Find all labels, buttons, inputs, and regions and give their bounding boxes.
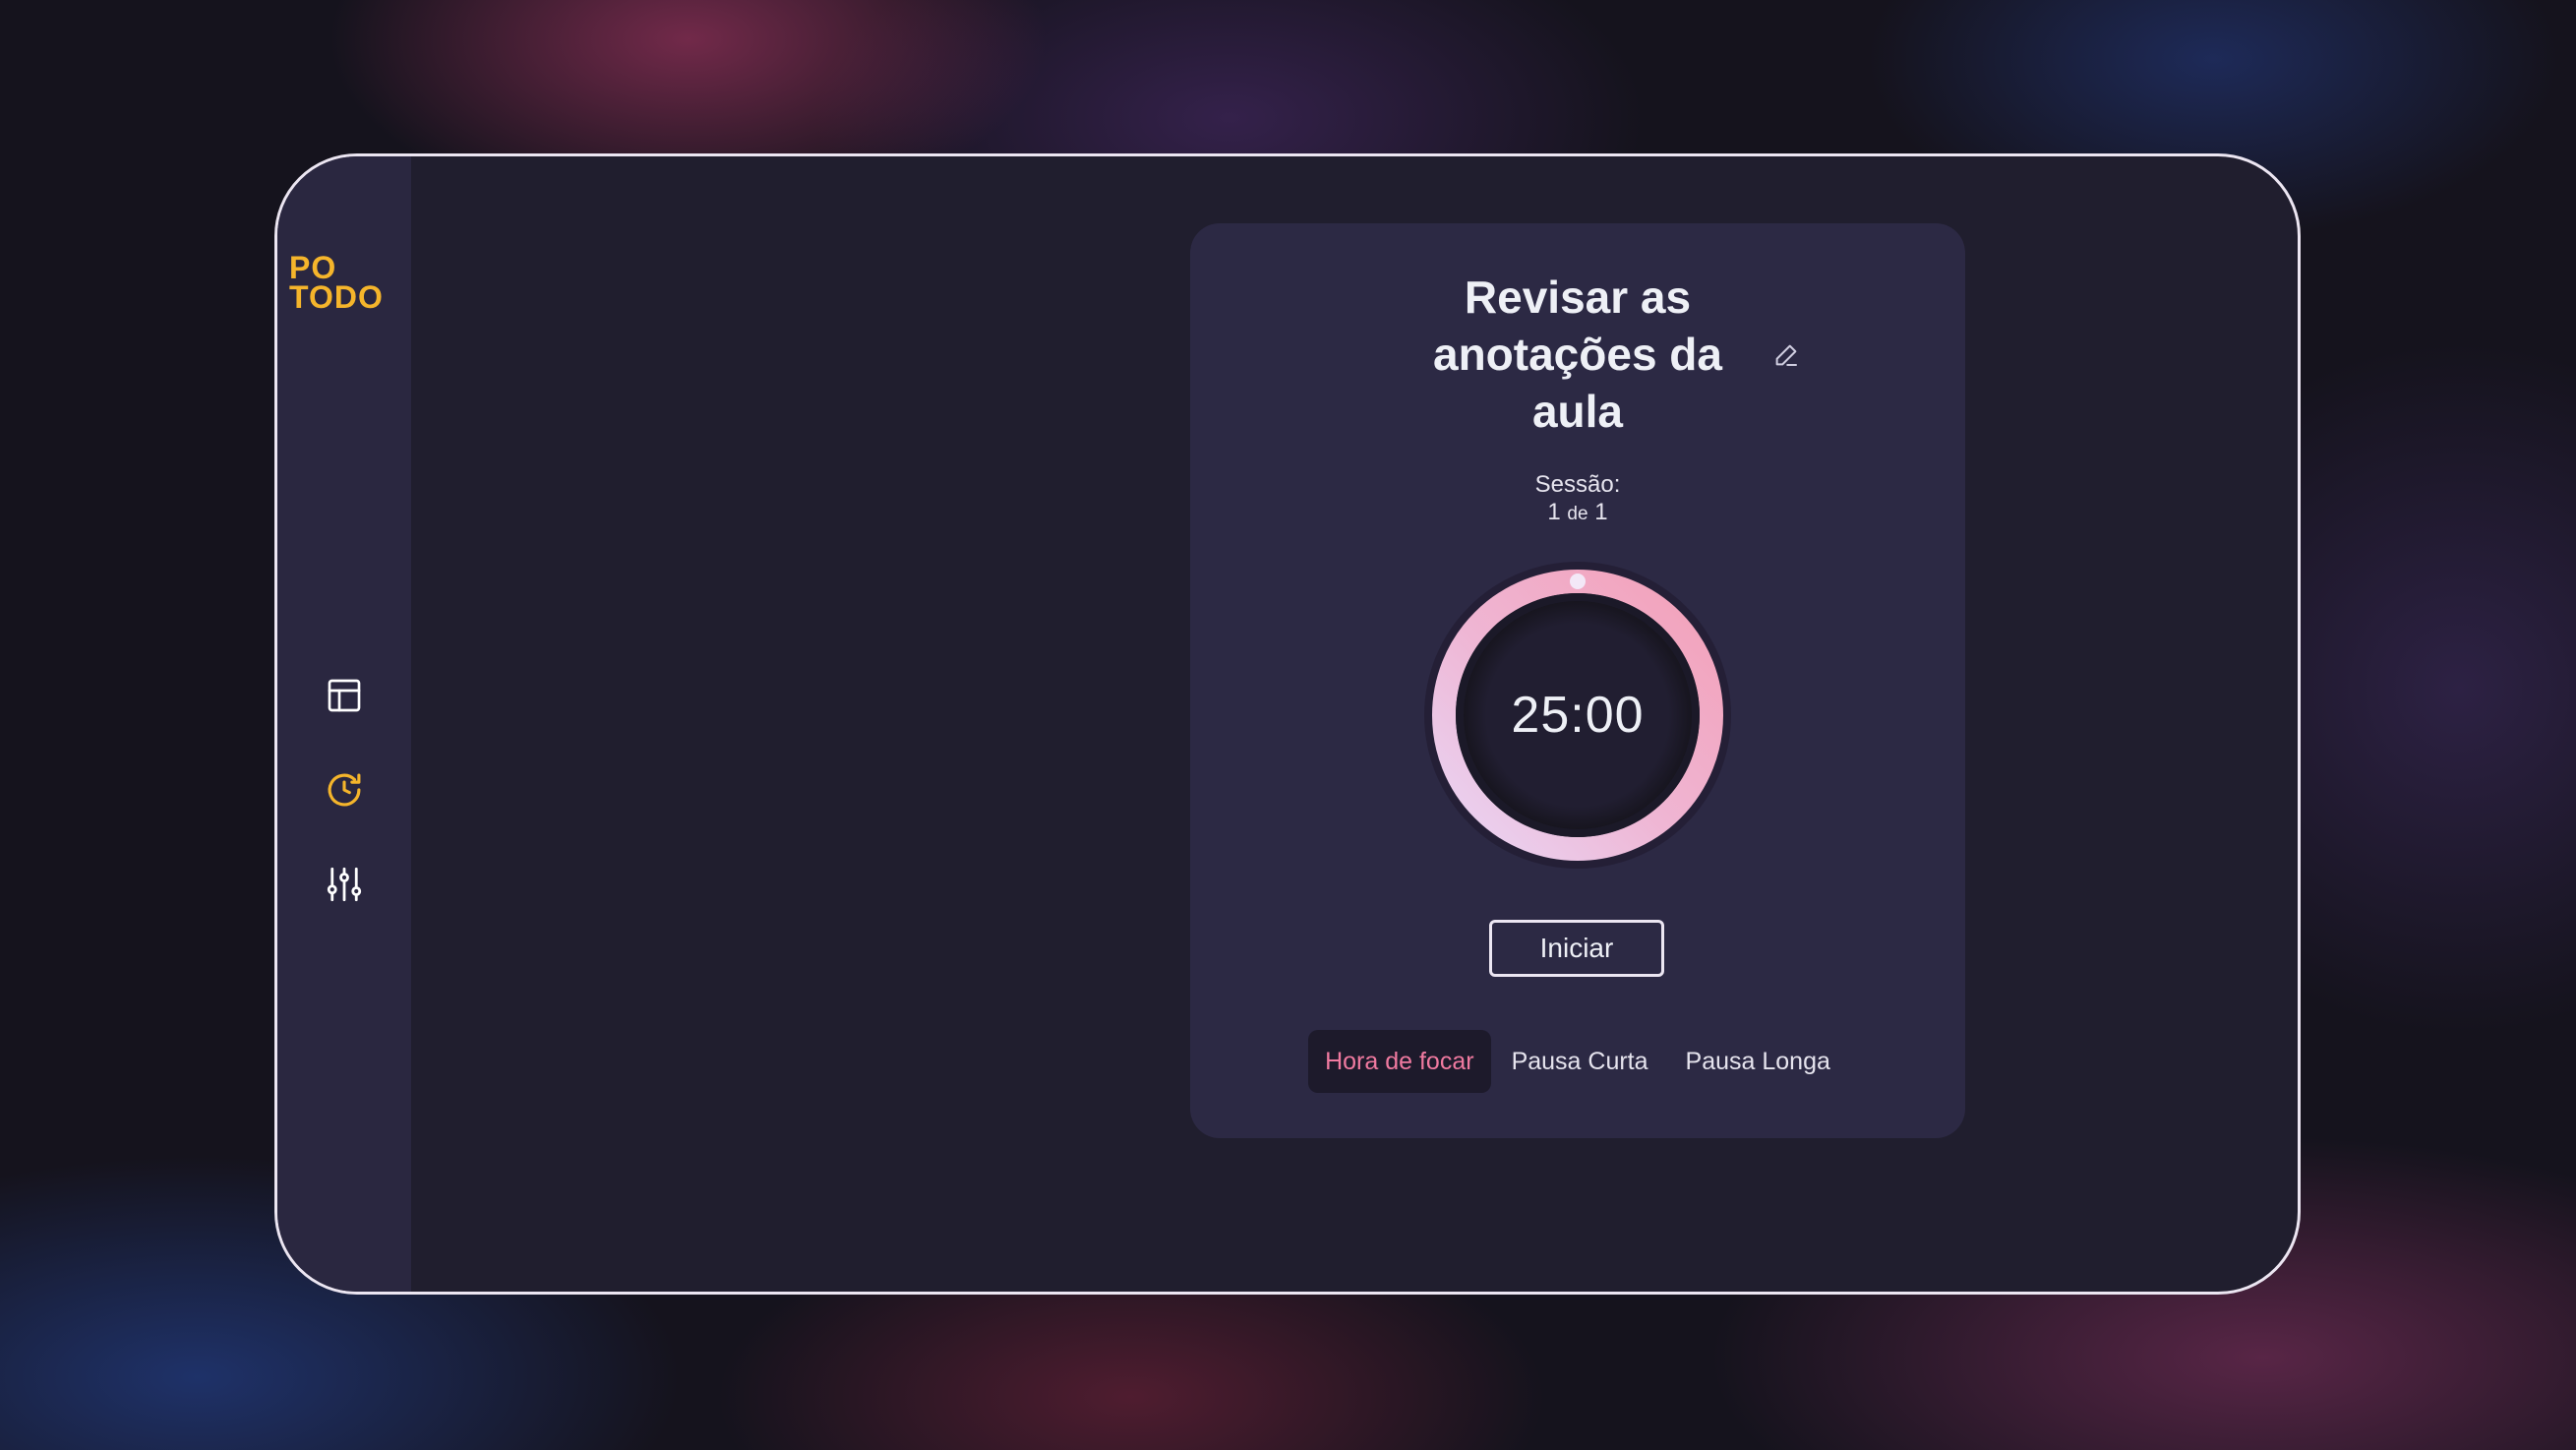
main-area: Revisar as anotações da aula Sessão: 1 d…: [411, 156, 2298, 1292]
session-separator: de: [1567, 504, 1588, 524]
session-current: 1: [1547, 499, 1561, 525]
session-label: Sessão:: [1534, 471, 1621, 498]
layout-icon: [328, 679, 361, 712]
timer-dial: 25:00: [1422, 560, 1733, 871]
task-title: Revisar as anotações da aula: [1433, 272, 1722, 437]
session-progress: 1 de 1: [1190, 499, 1965, 528]
sidebar-nav: [277, 673, 411, 907]
sidebar-item-dashboard[interactable]: [322, 673, 367, 718]
tab-short-break[interactable]: Pausa Curta: [1495, 1030, 1665, 1093]
timer-display: 25:00: [1511, 687, 1645, 744]
tab-focus[interactable]: Hora de focar: [1308, 1030, 1491, 1093]
start-button[interactable]: Iniciar: [1489, 920, 1664, 977]
logo: PO TODO: [289, 250, 384, 315]
sliders-icon: [327, 867, 362, 902]
logo-line-2: TODO: [289, 279, 384, 315]
sidebar-item-pomodoro[interactable]: [322, 767, 367, 813]
app-window: PO TODO Revisar as anotações da aula Ses…: [274, 153, 2301, 1295]
sidebar: PO TODO: [277, 156, 411, 1292]
sidebar-item-settings[interactable]: [322, 862, 367, 907]
logo-line-1: PO: [289, 250, 337, 285]
pomodoro-card: Revisar as anotações da aula Sessão: 1 d…: [1190, 223, 1965, 1138]
timer-refresh-icon: [328, 773, 361, 807]
edit-task-button[interactable]: [1768, 337, 1804, 373]
session-total: 1: [1594, 499, 1608, 525]
session-counter: Sessão: 1 de 1: [1190, 471, 1965, 528]
pencil-icon: [1775, 344, 1797, 366]
tab-long-break[interactable]: Pausa Longa: [1669, 1030, 1847, 1093]
mode-tabs: Hora de focar Pausa Curta Pausa Longa: [1190, 1030, 1965, 1093]
